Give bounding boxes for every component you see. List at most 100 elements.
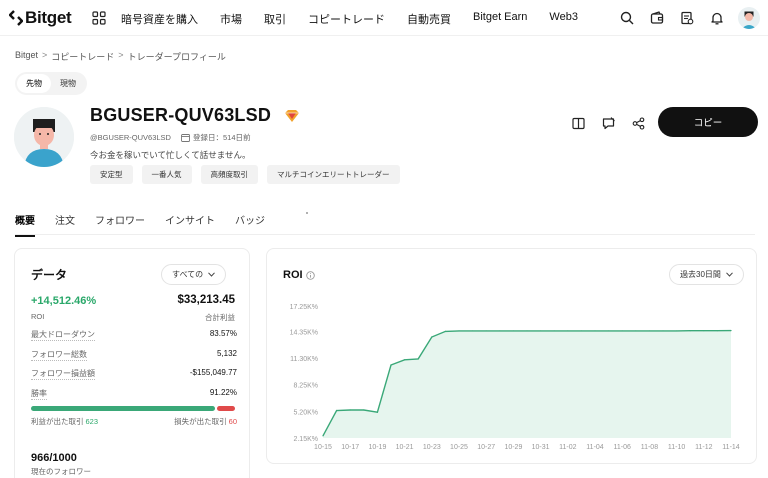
trader-tag: 安定型 — [90, 165, 133, 184]
chevron-down-icon — [208, 272, 215, 277]
stat-value: 5,132 — [216, 349, 237, 358]
x-tick-label: 11-12 — [695, 444, 712, 451]
roi-point — [526, 330, 528, 332]
x-tick-label: 10-17 — [341, 444, 359, 451]
nav-earn[interactable]: Bitget Earn — [473, 11, 527, 27]
stat-win-rate: 勝率 91.22% — [31, 388, 237, 400]
profit-trades: 利益が出た取引 623 — [31, 416, 98, 427]
orders-icon[interactable] — [676, 7, 698, 29]
x-tick-label: 11-10 — [668, 444, 685, 451]
total-pnl-label: 合計利益 — [205, 313, 235, 322]
roi-point — [540, 330, 542, 332]
roi-point — [499, 330, 501, 332]
current-followers-label: 現在のフォロワー — [31, 467, 91, 476]
stat-value: 91.22% — [209, 388, 237, 397]
roi-label: ROI — [31, 312, 45, 321]
roi-point — [635, 330, 637, 332]
wallet-icon[interactable] — [646, 7, 668, 29]
x-tick-label: 11-06 — [614, 444, 631, 451]
apps-grid-icon[interactable] — [92, 11, 106, 25]
profit-trades-count: 623 — [85, 417, 99, 426]
roi-point — [648, 330, 650, 332]
current-followers-value: 966/1000 — [31, 452, 77, 464]
breadcrumb-copy-trade[interactable]: コピートレード — [51, 50, 114, 63]
stat-follower-pnl: フォロワー損益額 -$155,049.77 — [31, 368, 237, 380]
profile-actions — [570, 115, 646, 131]
nav-markets[interactable]: 市場 — [220, 11, 242, 27]
y-tick-label: 8.25K% — [293, 383, 318, 390]
roi-point — [417, 358, 419, 360]
nav-web3[interactable]: Web3 — [549, 11, 578, 27]
user-avatar[interactable] — [738, 7, 760, 29]
calendar-icon — [181, 134, 190, 142]
copy-trade-button[interactable]: コピー — [658, 107, 758, 137]
roi-point — [512, 330, 514, 332]
roi-point — [608, 330, 610, 332]
data-card: データ すべての +14,512.46% $33,213.45 ROI 合計利益… — [14, 248, 250, 478]
trader-username: BGUSER-QUV63LSD — [90, 105, 272, 125]
nav-copy-trade[interactable]: コピートレード — [308, 11, 385, 27]
trader-handle: @BGUSER-QUV63LSD — [90, 133, 171, 142]
roi-point — [580, 330, 582, 332]
brand-name: Bitget — [25, 8, 72, 27]
win-rate-bar — [31, 406, 235, 411]
roi-point — [363, 409, 365, 411]
tabs-divider — [15, 234, 755, 235]
breadcrumb: Bitget > コピートレード > トレーダープロフィール — [15, 50, 226, 63]
market-type-toggle: 先物 現物 — [15, 72, 87, 95]
win-bar-loss — [217, 406, 235, 411]
stat-label: 勝率 — [31, 389, 47, 400]
roi-point — [703, 330, 705, 332]
registration-info: 登録日：514日前 — [181, 132, 251, 143]
elite-badge-icon — [285, 110, 299, 122]
x-tick-label: 11-02 — [559, 444, 576, 451]
roi-point — [458, 330, 460, 332]
roi-point — [567, 330, 569, 332]
x-tick-label: 10-21 — [396, 444, 414, 451]
y-tick-label: 14.35K% — [290, 329, 318, 336]
toggle-futures[interactable]: 先物 — [17, 74, 51, 93]
nav-trade[interactable]: 取引 — [264, 11, 286, 27]
data-period-value: すべての — [172, 270, 204, 279]
x-tick-label: 11-14 — [722, 444, 739, 451]
stat-total-followers: フォロワー総数 5,132 — [31, 349, 237, 361]
loss-trades: 損失が出た取引 60 — [174, 416, 237, 427]
stat-label: フォロワー損益額 — [31, 369, 95, 380]
roi-point — [322, 435, 324, 437]
trader-avatar — [14, 107, 74, 167]
x-tick-label: 10-23 — [423, 444, 441, 451]
roi-point — [676, 330, 678, 332]
bell-icon[interactable] — [706, 7, 728, 29]
trader-tags: 安定型 一番人気 高頻度取引 マルチコインエリートトレーダー — [90, 165, 400, 184]
stat-max-drawdown: 最大ドローダウン 83.57% — [31, 329, 237, 341]
bitget-logo-icon — [9, 10, 23, 26]
nav-buy-crypto[interactable]: 暗号資産を購入 — [121, 11, 198, 27]
toggle-spot[interactable]: 現物 — [51, 74, 85, 93]
trade-counts: 利益が出た取引 623 損失が出た取引 60 — [31, 416, 237, 427]
message-icon[interactable] — [600, 115, 616, 131]
roi-chart-card: ROI 過去30日間 2.15K% 5.20K% 8.25K% 11.30K% 14.3… — [266, 248, 757, 464]
divider-dot — [306, 212, 308, 214]
roi-point — [390, 364, 392, 366]
roi-point — [662, 330, 664, 332]
y-tick-label: 17.25K% — [290, 304, 318, 311]
stat-label: 最大ドローダウン — [31, 330, 95, 341]
roi-point — [730, 329, 732, 332]
x-tick-label: 10-15 — [314, 444, 332, 451]
compare-icon[interactable] — [570, 115, 586, 131]
data-period-select[interactable]: すべての — [161, 264, 227, 285]
trader-tag: 高頻度取引 — [200, 165, 258, 184]
breadcrumb-home[interactable]: Bitget — [15, 50, 38, 63]
stat-label: フォロワー総数 — [31, 350, 87, 361]
loss-trades-label: 損失が出た取引 — [174, 417, 227, 426]
roi-point — [472, 330, 474, 332]
stat-value: 83.57% — [209, 329, 237, 338]
x-tick-label: 10-29 — [504, 444, 522, 451]
y-tick-label: 5.20K% — [293, 409, 318, 416]
trader-tag: マルチコインエリートトレーダー — [267, 165, 400, 184]
bitget-logo[interactable]: Bitget — [9, 8, 72, 28]
nav-bots[interactable]: 自動売買 — [407, 11, 451, 27]
roi-point — [553, 330, 555, 332]
share-icon[interactable] — [630, 115, 646, 131]
search-icon[interactable] — [616, 7, 638, 29]
